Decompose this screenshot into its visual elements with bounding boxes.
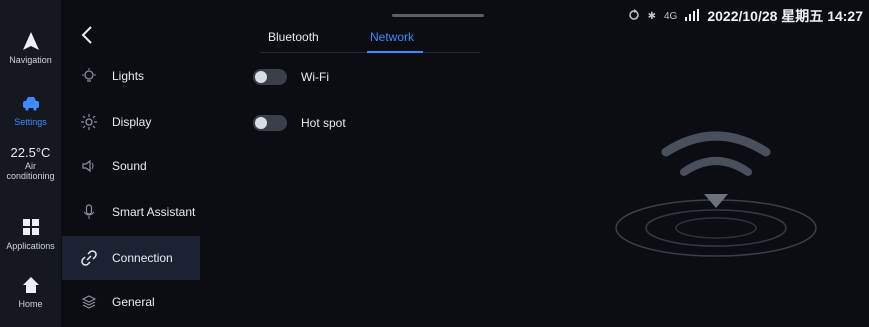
- tab-bluetooth[interactable]: Bluetooth: [268, 30, 319, 44]
- layers-icon: [80, 293, 98, 311]
- wifi-illustration: [606, 110, 826, 270]
- menu-label-connection: Connection: [112, 251, 173, 265]
- rail-air-conditioning[interactable]: 22.5°C Air conditioning: [0, 145, 61, 181]
- menu-label-general: General: [112, 295, 155, 309]
- status-bar: ✱ 4G 2022/10/28 星期五 14:27: [628, 6, 863, 26]
- sync-icon: [628, 8, 640, 24]
- menu-item-connection[interactable]: Connection: [62, 236, 200, 280]
- back-button[interactable]: [76, 25, 98, 49]
- tab-network[interactable]: Network: [370, 30, 414, 44]
- rail-home[interactable]: Home: [0, 274, 61, 309]
- rail-applications-label: Applications: [6, 241, 55, 251]
- tab-active-indicator: [367, 51, 423, 53]
- menu-item-lights[interactable]: Lights: [62, 54, 200, 98]
- temperature-value: 22.5°C: [10, 145, 51, 160]
- signal-icon: [685, 8, 700, 24]
- rail-settings-label: Settings: [14, 117, 47, 127]
- rail-home-label: Home: [18, 299, 43, 309]
- car-settings-icon: [20, 92, 42, 114]
- rail-applications[interactable]: Applications: [0, 216, 61, 251]
- brightness-icon: [80, 113, 98, 131]
- menu-label-display: Display: [112, 115, 152, 129]
- menu-item-sound[interactable]: Sound: [62, 144, 200, 188]
- network-type: 4G: [664, 10, 678, 22]
- wifi-toggle[interactable]: [253, 69, 287, 85]
- hotspot-row: Hot spot: [253, 113, 346, 133]
- rail-navigation-label: Navigation: [9, 55, 52, 65]
- link-icon: [80, 249, 98, 267]
- speaker-icon: [80, 157, 98, 175]
- rail-navigation[interactable]: Navigation: [0, 30, 61, 65]
- top-drag-handle[interactable]: [392, 14, 484, 17]
- menu-label-lights: Lights: [112, 69, 145, 83]
- chevron-left-icon: [81, 25, 93, 49]
- hotspot-label: Hot spot: [301, 116, 346, 130]
- toggle-knob: [255, 71, 267, 83]
- apps-grid-icon: [20, 216, 42, 238]
- navigation-arrow-icon: [20, 30, 42, 52]
- toggle-knob: [255, 117, 267, 129]
- datetime: 2022/10/28 星期五 14:27: [707, 8, 863, 24]
- bluetooth-icon: ✱: [647, 10, 656, 22]
- microphone-icon: [80, 203, 98, 221]
- wifi-row: Wi-Fi: [253, 67, 329, 87]
- left-rail: Navigation Settings 22.5°C Air condition…: [0, 0, 61, 327]
- menu-item-general[interactable]: General: [62, 280, 200, 324]
- lightbulb-icon: [80, 67, 98, 85]
- home-icon: [20, 274, 42, 296]
- menu-label-sound: Sound: [112, 159, 147, 173]
- menu-item-display[interactable]: Display: [62, 100, 200, 144]
- menu-item-smart-assistant[interactable]: Smart Assistant: [62, 190, 200, 234]
- hotspot-toggle[interactable]: [253, 115, 287, 131]
- wifi-label: Wi-Fi: [301, 70, 329, 84]
- menu-label-smart-assistant: Smart Assistant: [112, 205, 196, 219]
- rail-air-label: Air conditioning: [6, 161, 55, 181]
- rail-settings[interactable]: Settings: [0, 92, 61, 127]
